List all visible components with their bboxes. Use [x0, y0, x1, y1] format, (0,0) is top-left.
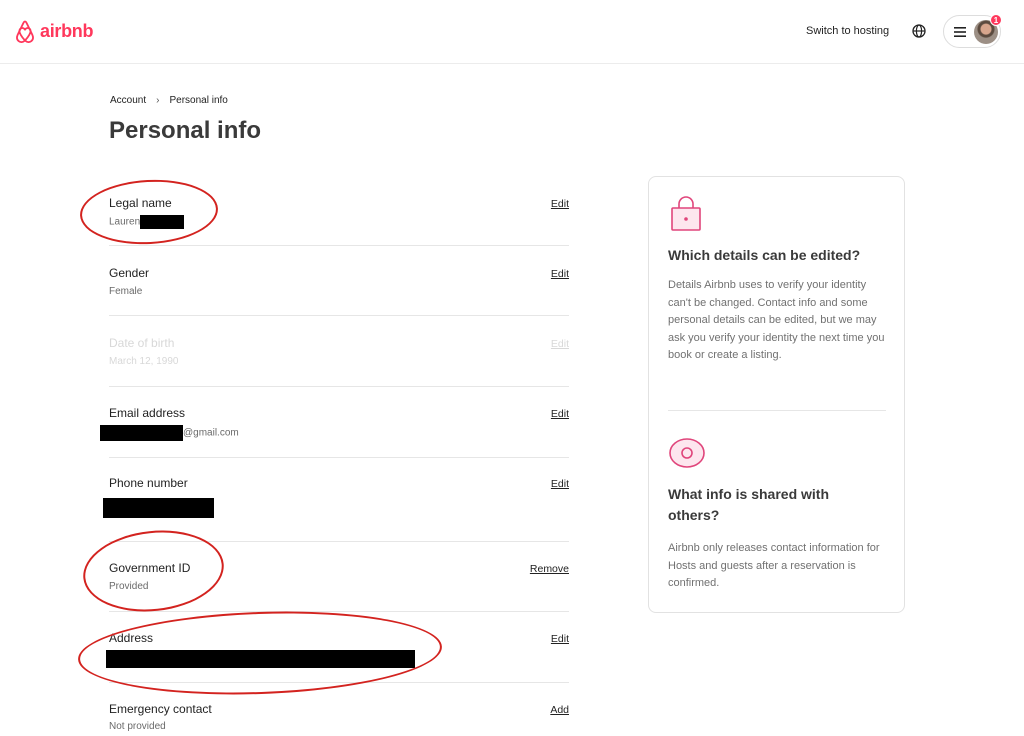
add-emergency-contact-button[interactable]: Add: [550, 704, 569, 716]
eye-icon: [669, 438, 705, 468]
field-value: March 12, 1990: [109, 356, 179, 367]
redaction-bar: [100, 425, 183, 441]
breadcrumb-separator: ›: [156, 95, 160, 106]
redaction-bar: [103, 498, 214, 518]
card-section1-text: Details Airbnb uses to verify your ident…: [668, 279, 885, 361]
field-label: Emergency contact: [109, 702, 212, 716]
field-value-wrap: @gmail.com: [100, 425, 569, 441]
hamburger-menu-icon: [954, 27, 966, 37]
edit-phone-button[interactable]: Edit: [551, 478, 569, 490]
field-label: Date of birth: [109, 336, 175, 350]
field-value: @gmail.com: [183, 427, 239, 439]
globe-icon[interactable]: [911, 23, 927, 39]
card-section2-text: Airbnb only releases contact information…: [668, 542, 880, 589]
divider: [109, 457, 569, 458]
breadcrumb-account-link[interactable]: Account: [110, 95, 146, 106]
annotation-circle-address: [76, 605, 444, 701]
field-phone-number: Phone number Edit: [103, 476, 569, 518]
airbnb-logo-icon: [16, 20, 34, 43]
divider: [109, 245, 569, 246]
field-label: Gender: [109, 266, 150, 280]
info-card: Which details can be edited? Details Air…: [648, 176, 905, 613]
card-section1-title: Which details can be edited?: [668, 247, 861, 263]
divider: [109, 611, 569, 612]
divider: [109, 386, 569, 387]
breadcrumb-current: Personal info: [169, 95, 228, 106]
field-email-address: Email address @gmail.com Edit: [100, 406, 569, 441]
field-label: Phone number: [109, 476, 188, 490]
annotation-circle-legal-name: [78, 176, 220, 248]
edit-address-button[interactable]: Edit: [551, 633, 569, 645]
field-label: Email address: [109, 406, 186, 420]
annotation-circle-government-id: [79, 523, 228, 619]
edit-gender-button[interactable]: Edit: [551, 268, 569, 280]
profile-menu-button[interactable]: 1: [943, 14, 1002, 48]
field-value: Not provided: [109, 721, 166, 732]
divider: [109, 315, 569, 316]
brand-name: airbnb: [40, 20, 94, 41]
lock-icon: [671, 196, 701, 231]
card-divider: [668, 410, 886, 411]
edit-email-button[interactable]: Edit: [551, 408, 569, 420]
field-value: Female: [109, 286, 143, 297]
breadcrumb: Account › Personal info: [110, 95, 228, 106]
page-title: Personal info: [109, 117, 262, 144]
edit-date-of-birth-button[interactable]: Edit: [551, 338, 569, 350]
remove-government-id-button[interactable]: Remove: [530, 563, 569, 575]
edit-legal-name-button[interactable]: Edit: [551, 198, 569, 210]
field-value-wrap: [103, 498, 569, 518]
card-section2-title: What info is shared with others?: [668, 486, 830, 523]
notification-badge: 1: [990, 14, 1002, 26]
top-header: airbnb Switch to hosting 1: [0, 0, 1024, 64]
airbnb-logo[interactable]: airbnb: [14, 19, 94, 43]
field-date-of-birth: Date of birth March 12, 1990 Edit: [109, 336, 569, 367]
field-emergency-contact: Emergency contact Not provided Add: [109, 702, 569, 732]
switch-to-hosting-link[interactable]: Switch to hosting: [806, 25, 889, 37]
field-gender: Gender Female Edit: [109, 266, 569, 297]
